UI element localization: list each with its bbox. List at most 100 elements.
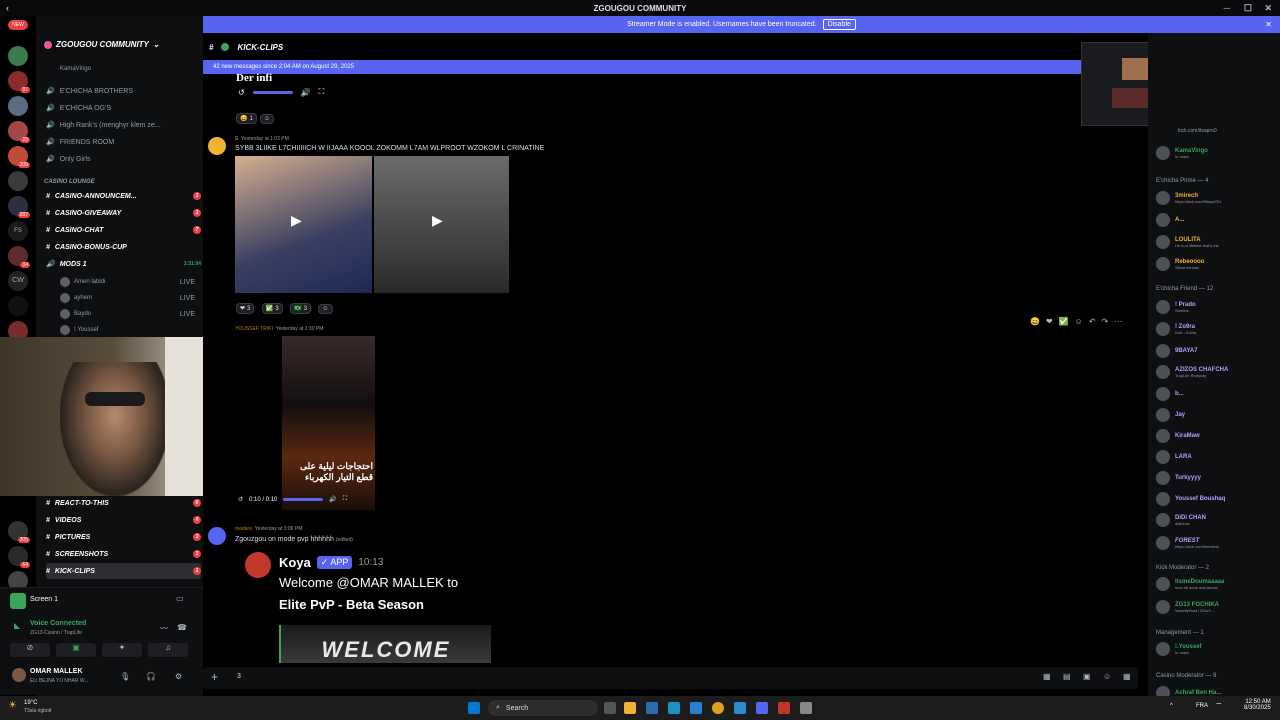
reply-icon[interactable]: ↶ [1089,317,1096,326]
server-icon[interactable]: FS [8,221,28,241]
server-icon[interactable]: 287 [8,196,30,218]
channel-item[interactable]: 🔊 High Rank's (menghyr klem ze... [46,117,201,133]
volume-icon[interactable]: 🔊 [301,88,311,97]
channel-item[interactable]: # CASINO-GIVEAWAY 3 [46,205,201,221]
guild-header[interactable]: ZGOUGOU COMMUNITY ⌄ [44,40,160,49]
tray-chevron-icon[interactable]: ^ [1170,703,1173,709]
play-icon[interactable]: ▶ [291,212,302,229]
screen-options-icon[interactable]: ▭ [176,594,184,603]
language-indicator[interactable]: FRA [1196,703,1208,709]
member-item[interactable]: Turkyyyy [1156,470,1278,486]
telegram-icon[interactable] [734,702,746,714]
search-box[interactable]: ⌕ Search [488,700,598,716]
weather-temp[interactable]: 19°C [24,700,37,706]
server-icon[interactable] [8,46,28,66]
add-attachment-icon[interactable]: + [211,670,218,684]
add-reaction-button[interactable]: ☺ [259,114,274,124]
close-icon[interactable]: ✕ [1264,3,1272,14]
bot-avatar[interactable] [245,552,271,578]
member-item[interactable]: DiDi CHAN didichan [1156,512,1278,528]
minimize-icon[interactable]: ─ [1224,3,1230,13]
video-thumbnail[interactable]: ▶ [235,156,372,293]
member-item[interactable]: KiraMaw [1156,428,1278,444]
server-icon[interactable]: 305 [8,521,30,543]
server-icon[interactable]: CW [8,271,28,291]
author-name[interactable]: madara [235,526,252,532]
voice-user[interactable]: ayhem LIVE [60,293,195,303]
member-item[interactable]: ! Zo9ra Kick : Zo9ra [1156,321,1278,337]
server-icon[interactable]: 23 [8,121,30,143]
back-icon[interactable]: ‹ [6,3,9,13]
mail-icon[interactable] [690,702,702,714]
app-icon[interactable] [800,702,812,714]
channel-item[interactable]: # PICTURES 3 [46,529,201,545]
message-input[interactable]: 3 [237,673,241,680]
author-name[interactable]: YOUSSEF TRIKI [235,326,273,332]
server-icon[interactable]: 306 [8,146,30,168]
member-item[interactable]: AZIZOS CHAFCHA TrapLife Roleplay [1156,364,1278,380]
fullscreen-icon[interactable]: ⛶ [343,496,347,503]
welcome-banner[interactable]: WELCOME [279,625,491,663]
emoji-icon[interactable]: 😄 [1030,317,1040,326]
screen-share-button[interactable]: ▣ [56,643,96,657]
member-item[interactable]: Jay [1156,407,1278,423]
member-item[interactable]: ZG13 FOCHIKA VelocityHost | DDoS ... [1156,599,1278,615]
gift-icon[interactable]: ▤ [1063,672,1071,681]
user-name[interactable]: OMAR MALLEK [30,668,83,675]
reaction-button[interactable]: 😄 1 [236,113,257,124]
voice-user[interactable]: Amen labidi LIVE [60,277,195,287]
voice-channel-mods[interactable]: 🔊 MODS 1 1:31:04 [46,256,201,272]
emoji-icon[interactable]: ▦ [1123,672,1131,681]
member-item[interactable]: FOREST https://kick.com/forestval [1156,535,1278,551]
progress-bar[interactable] [283,498,324,501]
store-icon[interactable] [646,702,658,714]
reaction-button[interactable]: 🇧🇷 3 [290,303,311,314]
member-item[interactable]: Rebeoooo Silent echoes [1156,256,1278,272]
server-icon[interactable]: 34 [8,246,30,268]
channel-item[interactable]: # CASINO-ANNOUNCEM... 1 [46,188,201,204]
voice-user[interactable]: !.Youssef [60,325,195,335]
member-item[interactable]: KamaVingo In voice [1156,145,1278,161]
voice-status[interactable]: Voice Connected [30,620,86,627]
play-icon[interactable]: ▶ [432,212,443,229]
channel-item[interactable]: # SCREENSHOTS 1 [46,546,201,562]
camera-button[interactable]: ⊘ [10,643,50,657]
activities-button[interactable]: ✦ [102,643,142,657]
channel-item[interactable]: 🔊 FRIENDS ROOM [46,134,201,150]
video-player[interactable]: احتجاجات ليلية على قطع التيار الكهرباء [282,336,375,510]
windows-start-icon[interactable] [468,702,480,714]
channel-item[interactable]: # CASINO-CHAT 7 [46,222,201,238]
channel-item[interactable]: # CASINO-BONUS-CUP [46,239,201,255]
channel-item[interactable]: 🔊 Only Girls [46,151,201,167]
server-icon[interactable] [8,296,28,316]
headphones-icon[interactable]: 🎧 [146,672,156,681]
check-icon[interactable]: ✅ [1059,317,1069,326]
fullscreen-icon[interactable]: ⛶ [319,87,325,97]
voice-location[interactable]: ZG13-Casino / TrapLife [30,630,82,636]
add-reaction-button[interactable]: ☺ [318,304,333,314]
channel-item[interactable]: # REACT-TO-THIS 6 [46,495,201,511]
reaction-button[interactable]: ✅ 3 [261,303,283,314]
edge-icon[interactable] [668,702,680,714]
avatar[interactable] [12,668,26,682]
gif-icon[interactable]: ▣ [1083,672,1091,681]
mic-icon[interactable]: 🎙 [120,672,130,681]
channel-item[interactable]: 🔊 E'CHICHA BROTHERS [46,83,201,99]
wifi-icon[interactable]: ⌔ [1215,701,1223,711]
member-item[interactable]: ! Prado Sherine [1156,299,1278,315]
more-icon[interactable]: ⋯ [1114,317,1122,326]
settings-gear-icon[interactable]: ⚙ [175,672,182,681]
video-thumbnail[interactable]: ▶ [374,156,509,293]
noise-suppression-icon[interactable]: 〰 [160,623,168,634]
avatar[interactable] [208,137,226,155]
member-item[interactable]: 9BAYA7 [1156,343,1278,359]
server-icon[interactable]: 64 [8,546,30,568]
volume-slider[interactable] [252,90,293,94]
forward-icon[interactable]: ↷ [1102,317,1109,326]
category-casino[interactable]: CASINO LOUNGE [44,179,95,185]
member-item[interactable]: b... [1156,386,1278,402]
close-icon[interactable]: ✕ [1265,20,1272,29]
task-view-icon[interactable] [604,702,616,714]
voice-user[interactable]: Baydo LIVE [60,309,195,319]
replay-icon[interactable]: ↺ [238,88,245,97]
